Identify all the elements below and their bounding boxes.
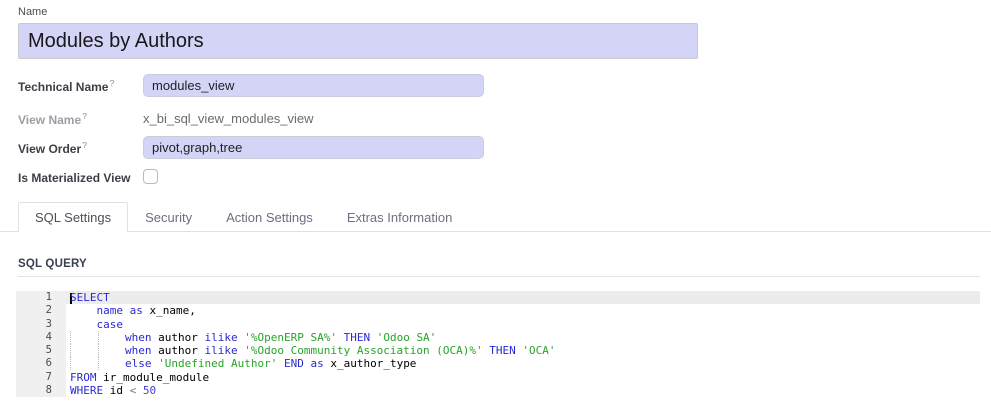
tab-security[interactable]: Security xyxy=(128,202,209,231)
name-field-label: Name xyxy=(18,6,47,18)
code-token: name xyxy=(97,304,124,317)
line-number: 3 xyxy=(16,318,66,331)
code-line[interactable]: 8WHERE id < 50 xyxy=(16,384,980,397)
code-token xyxy=(136,384,143,397)
code-token: FROM xyxy=(70,371,97,384)
code-line[interactable]: 1 SELECT xyxy=(16,291,980,304)
sql-editor[interactable]: 1SELECT2 name as x_name,3 case4 when aut… xyxy=(16,291,980,398)
code-token: '%Odoo Community Association (OCA)%' xyxy=(244,344,482,357)
code-token: x_author_type xyxy=(324,357,417,370)
is-materialized-checkbox[interactable] xyxy=(143,169,158,184)
code-token: 50 xyxy=(143,384,156,397)
name-input-value: Modules by Authors xyxy=(28,30,204,52)
code-token: as xyxy=(130,304,143,317)
code-line-content: when author ilike '%Odoo Community Assoc… xyxy=(66,344,980,357)
code-token: when xyxy=(125,344,152,357)
line-number: 8 xyxy=(16,384,66,397)
code-line-content: name as x_name, xyxy=(66,304,980,317)
code-token: END xyxy=(284,357,304,370)
code-token xyxy=(123,304,130,317)
indent-guide xyxy=(70,344,98,357)
code-token xyxy=(370,331,377,344)
help-icon[interactable]: ? xyxy=(82,140,87,150)
code-token xyxy=(70,304,97,317)
line-number: 6 xyxy=(16,357,66,370)
code-line[interactable]: 7FROM ir_module_module xyxy=(16,371,980,384)
code-token xyxy=(337,331,344,344)
code-line[interactable]: 3 case xyxy=(16,318,980,331)
is-materialized-label: Is Materialized View xyxy=(18,171,143,185)
view-order-input[interactable]: pivot,graph,tree xyxy=(143,136,484,159)
code-token: '%OpenERP SA%' xyxy=(244,331,337,344)
section-divider xyxy=(18,276,980,277)
code-token: THEN xyxy=(344,331,371,344)
code-line-content: when author ilike '%OpenERP SA%' THEN 'O… xyxy=(66,331,980,344)
tab-action-settings[interactable]: Action Settings xyxy=(209,202,330,231)
technical-name-input[interactable]: modules_view xyxy=(143,74,484,97)
code-token: ilike xyxy=(204,344,237,357)
line-number: 4 xyxy=(16,331,66,344)
code-line[interactable]: 6 else 'Undefined Author' END as x_autho… xyxy=(16,357,980,370)
view-name-label: View Name? xyxy=(18,111,143,127)
code-token: THEN xyxy=(489,344,516,357)
line-number: 2 xyxy=(16,304,66,317)
code-token: case xyxy=(97,318,124,331)
code-token xyxy=(277,357,284,370)
code-token: author xyxy=(152,331,205,344)
code-token: as xyxy=(310,357,323,370)
indent-guide xyxy=(70,357,98,370)
code-token: 'OCA' xyxy=(522,344,555,357)
line-number: 7 xyxy=(16,371,66,384)
code-token: 'Odoo SA' xyxy=(377,331,437,344)
code-token: 'Undefined Author' xyxy=(158,357,277,370)
tab-sql-settings[interactable]: SQL Settings xyxy=(18,202,128,232)
code-token: SELECT xyxy=(70,291,110,304)
form-view: Name Modules by Authors Technical Name? … xyxy=(0,0,991,415)
indent-guide xyxy=(70,331,98,344)
line-number: 1 xyxy=(16,291,66,304)
help-icon[interactable]: ? xyxy=(109,78,114,88)
code-token: ilike xyxy=(204,331,237,344)
code-token xyxy=(70,318,97,331)
line-number: 5 xyxy=(16,344,66,357)
indent-guide xyxy=(98,357,126,370)
help-icon[interactable]: ? xyxy=(82,111,87,121)
code-line[interactable]: 2 name as x_name, xyxy=(16,304,980,317)
code-token: else xyxy=(125,357,152,370)
view-order-label: View Order? xyxy=(18,140,143,156)
code-line[interactable]: 4 when author ilike '%OpenERP SA%' THEN … xyxy=(16,331,980,344)
code-line-content: FROM ir_module_module xyxy=(66,371,980,384)
code-line-content: SELECT xyxy=(66,291,980,304)
code-token: WHERE xyxy=(70,384,103,397)
code-line[interactable]: 5 when author ilike '%Odoo Community Ass… xyxy=(16,344,980,357)
code-token: author xyxy=(152,344,205,357)
code-line-content: else 'Undefined Author' END as x_author_… xyxy=(66,357,980,370)
code-token: when xyxy=(125,331,152,344)
technical-name-label: Technical Name? xyxy=(18,78,143,94)
name-input[interactable]: Modules by Authors xyxy=(18,23,698,59)
code-token: x_name, xyxy=(143,304,196,317)
code-line-content: WHERE id < 50 xyxy=(66,384,980,397)
sql-query-section-title: SQL QUERY xyxy=(18,258,87,270)
code-token: id xyxy=(103,384,130,397)
tab-extras-information[interactable]: Extras Information xyxy=(330,202,470,231)
indent-guide xyxy=(98,331,126,344)
code-line-content: case xyxy=(66,318,980,331)
indent-guide xyxy=(98,344,126,357)
view-name-value: x_bi_sql_view_modules_view xyxy=(143,111,314,126)
code-token: ir_module_module xyxy=(97,371,210,384)
notebook-tabs: SQL SettingsSecurityAction SettingsExtra… xyxy=(0,202,991,232)
